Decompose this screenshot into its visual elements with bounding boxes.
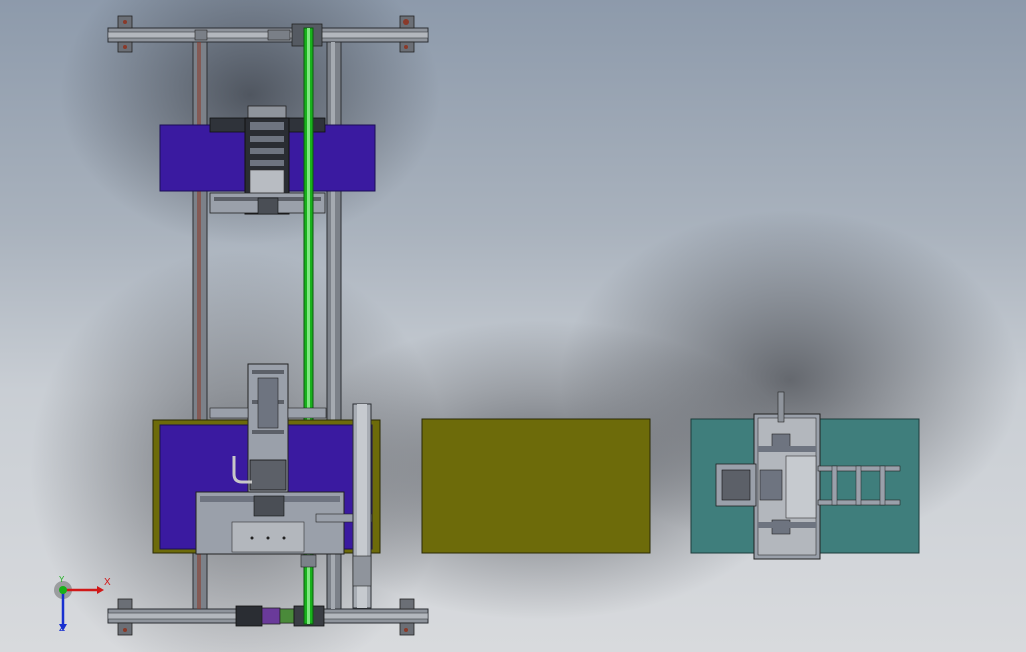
y-axis-point <box>59 586 67 594</box>
upper-plate <box>159 105 376 215</box>
left-assembly <box>107 15 429 636</box>
bottom-crossbar <box>107 598 429 636</box>
cad-viewport[interactable]: X Y Z <box>0 0 1026 652</box>
triad-z-label: Z <box>59 623 66 634</box>
triad-y-label: Y <box>59 575 65 584</box>
cad-model-canvas[interactable] <box>0 0 1026 652</box>
lower-plate <box>152 363 381 555</box>
top-crossbar <box>107 15 429 53</box>
right-assembly <box>690 391 920 560</box>
triad-x-label: X <box>104 577 111 588</box>
right-guide <box>352 403 372 609</box>
olive-plate <box>421 418 651 554</box>
